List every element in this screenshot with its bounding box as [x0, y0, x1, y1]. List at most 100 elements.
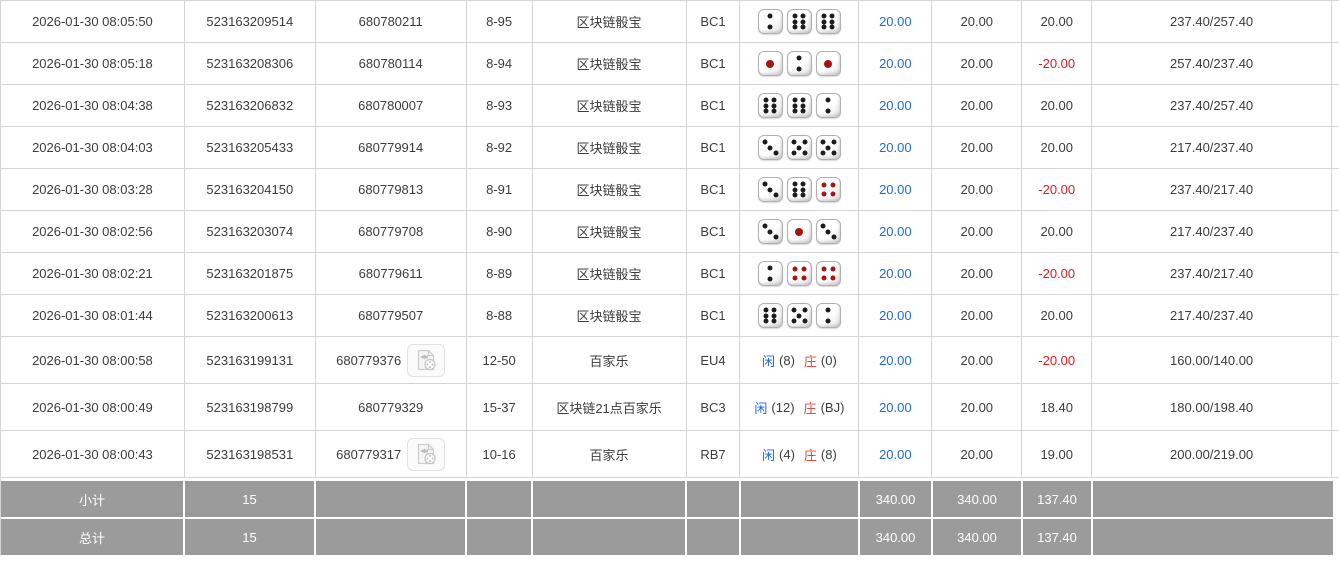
summary-empty-cell	[467, 481, 533, 517]
cell-bet-id: 523163201875	[185, 253, 316, 295]
cell-win-loss: -20.00	[1022, 337, 1092, 384]
game-id-text: 680779376	[336, 353, 401, 368]
replay-button[interactable]	[407, 438, 445, 471]
banker-label: 庄	[804, 445, 817, 464]
cell-table-code: BC1	[687, 127, 741, 169]
cell-bet-amount: 20.00	[859, 337, 932, 384]
summary-balance-cell	[1093, 481, 1333, 517]
cell-game-id: 680780007	[316, 85, 467, 127]
cell-win-loss: 18.40	[1022, 384, 1092, 431]
summary-row: 小计 15 340.00 340.00 137.40	[1, 481, 1339, 517]
cell-game-id: 680779914	[316, 127, 467, 169]
summary-empty-cell	[687, 481, 741, 517]
bet-amount-link[interactable]: 20.00	[879, 98, 912, 113]
cell-balance: 217.40/237.40	[1092, 127, 1332, 169]
cell-bet-amount: 20.00	[859, 211, 932, 253]
result-cell	[740, 295, 859, 337]
cell-round-number: 8-91	[467, 169, 533, 211]
cell-game-name: 区块链骰宝	[533, 43, 687, 85]
cell-round-number: 8-92	[467, 127, 533, 169]
cell-balance: 237.40/217.40	[1092, 169, 1332, 211]
clipped-cell	[1332, 127, 1339, 169]
bet-amount-link[interactable]: 20.00	[879, 447, 912, 462]
summary-valid-total: 340.00	[933, 481, 1023, 517]
cell-game-id: 680779708	[316, 211, 467, 253]
banker-value: (8)	[821, 447, 837, 462]
die-icon	[816, 135, 841, 160]
summary-label: 小计	[1, 481, 185, 517]
cell-bet-time: 2026-01-30 08:05:50	[1, 1, 185, 43]
die-icon	[758, 177, 783, 202]
table-row: 2026-01-30 08:05:50 523163209514 6807802…	[1, 1, 1339, 43]
bet-amount-link[interactable]: 20.00	[879, 224, 912, 239]
cell-bet-id: 523163204150	[185, 169, 316, 211]
cell-game-name: 区块链骰宝	[533, 85, 687, 127]
bet-amount-link[interactable]: 20.00	[879, 182, 912, 197]
summary-empty-cell	[687, 519, 741, 555]
replay-button[interactable]	[407, 344, 445, 377]
die-icon	[758, 9, 783, 34]
cell-bet-amount: 20.00	[859, 43, 932, 85]
summary-bet-total: 340.00	[860, 481, 933, 517]
table-row: 2026-01-30 08:04:03 523163205433 6807799…	[1, 127, 1339, 169]
bet-amount-link[interactable]: 20.00	[879, 353, 912, 368]
bet-amount-link[interactable]: 20.00	[879, 14, 912, 29]
die-icon	[758, 303, 783, 328]
banker-label: 庄	[804, 398, 817, 417]
cell-balance: 217.40/237.40	[1092, 211, 1332, 253]
game-id-text: 680780211	[359, 14, 423, 29]
bet-amount-link[interactable]: 20.00	[879, 308, 912, 323]
table-row: 2026-01-30 08:00:43 523163198531 6807793…	[1, 431, 1339, 478]
bet-amount-link[interactable]: 20.00	[879, 266, 912, 281]
cell-valid-amount: 20.00	[932, 384, 1022, 431]
cell-bet-time: 2026-01-30 08:04:38	[1, 85, 185, 127]
summary-win-total: 137.40	[1023, 519, 1093, 555]
die-icon	[758, 51, 783, 76]
cell-game-name: 区块链骰宝	[533, 211, 687, 253]
cell-balance: 237.40/217.40	[1092, 253, 1332, 295]
cell-table-code: BC1	[687, 85, 741, 127]
die-icon	[787, 9, 812, 34]
banker-value: (0)	[821, 353, 837, 368]
cell-balance: 217.40/237.40	[1092, 295, 1332, 337]
summary-empty-cell	[316, 481, 467, 517]
clipped-cell	[1332, 253, 1339, 295]
clipped-cell	[1332, 295, 1339, 337]
cell-bet-id: 523163200613	[185, 295, 316, 337]
cell-win-loss: 20.00	[1022, 295, 1092, 337]
player-value: (4)	[779, 447, 795, 462]
cell-balance: 257.40/237.40	[1092, 43, 1332, 85]
cell-game-id: 680779329	[316, 384, 467, 431]
cell-win-loss: -20.00	[1022, 169, 1092, 211]
game-id-text: 680779611	[359, 266, 423, 281]
result-cell	[740, 211, 859, 253]
bet-amount-link[interactable]: 20.00	[879, 400, 912, 415]
clipped-cell	[1332, 431, 1339, 478]
cell-game-name: 区块链骰宝	[533, 1, 687, 43]
bet-amount-link[interactable]: 20.00	[879, 140, 912, 155]
bet-history-table: 2026-01-30 08:05:50 523163209514 6807802…	[0, 0, 1339, 555]
bet-amount-link[interactable]: 20.00	[879, 56, 912, 71]
cell-valid-amount: 20.00	[932, 85, 1022, 127]
table-row: 2026-01-30 08:00:58 523163199131 6807793…	[1, 337, 1339, 384]
cell-game-name: 区块链21点百家乐	[533, 384, 687, 431]
die-icon	[787, 93, 812, 118]
cell-game-id: 680779317	[316, 431, 467, 478]
cell-bet-amount: 20.00	[859, 127, 932, 169]
cell-balance: 237.40/257.40	[1092, 85, 1332, 127]
summary-valid-total: 340.00	[933, 519, 1023, 555]
result-cell	[740, 1, 859, 43]
die-icon	[787, 51, 812, 76]
clipped-cell	[1332, 1, 1339, 43]
table-row: 2026-01-30 08:01:44 523163200613 6807795…	[1, 295, 1339, 337]
die-icon	[758, 261, 783, 286]
cell-game-name: 区块链骰宝	[533, 169, 687, 211]
player-label: 闲	[762, 445, 775, 464]
die-icon	[816, 93, 841, 118]
banker-value: (BJ)	[821, 400, 845, 415]
clipped-cell	[1332, 337, 1339, 384]
player-value: (8)	[779, 353, 795, 368]
cell-bet-amount: 20.00	[859, 295, 932, 337]
game-id-text: 680779708	[358, 224, 423, 239]
clipped-cell	[1332, 43, 1339, 85]
